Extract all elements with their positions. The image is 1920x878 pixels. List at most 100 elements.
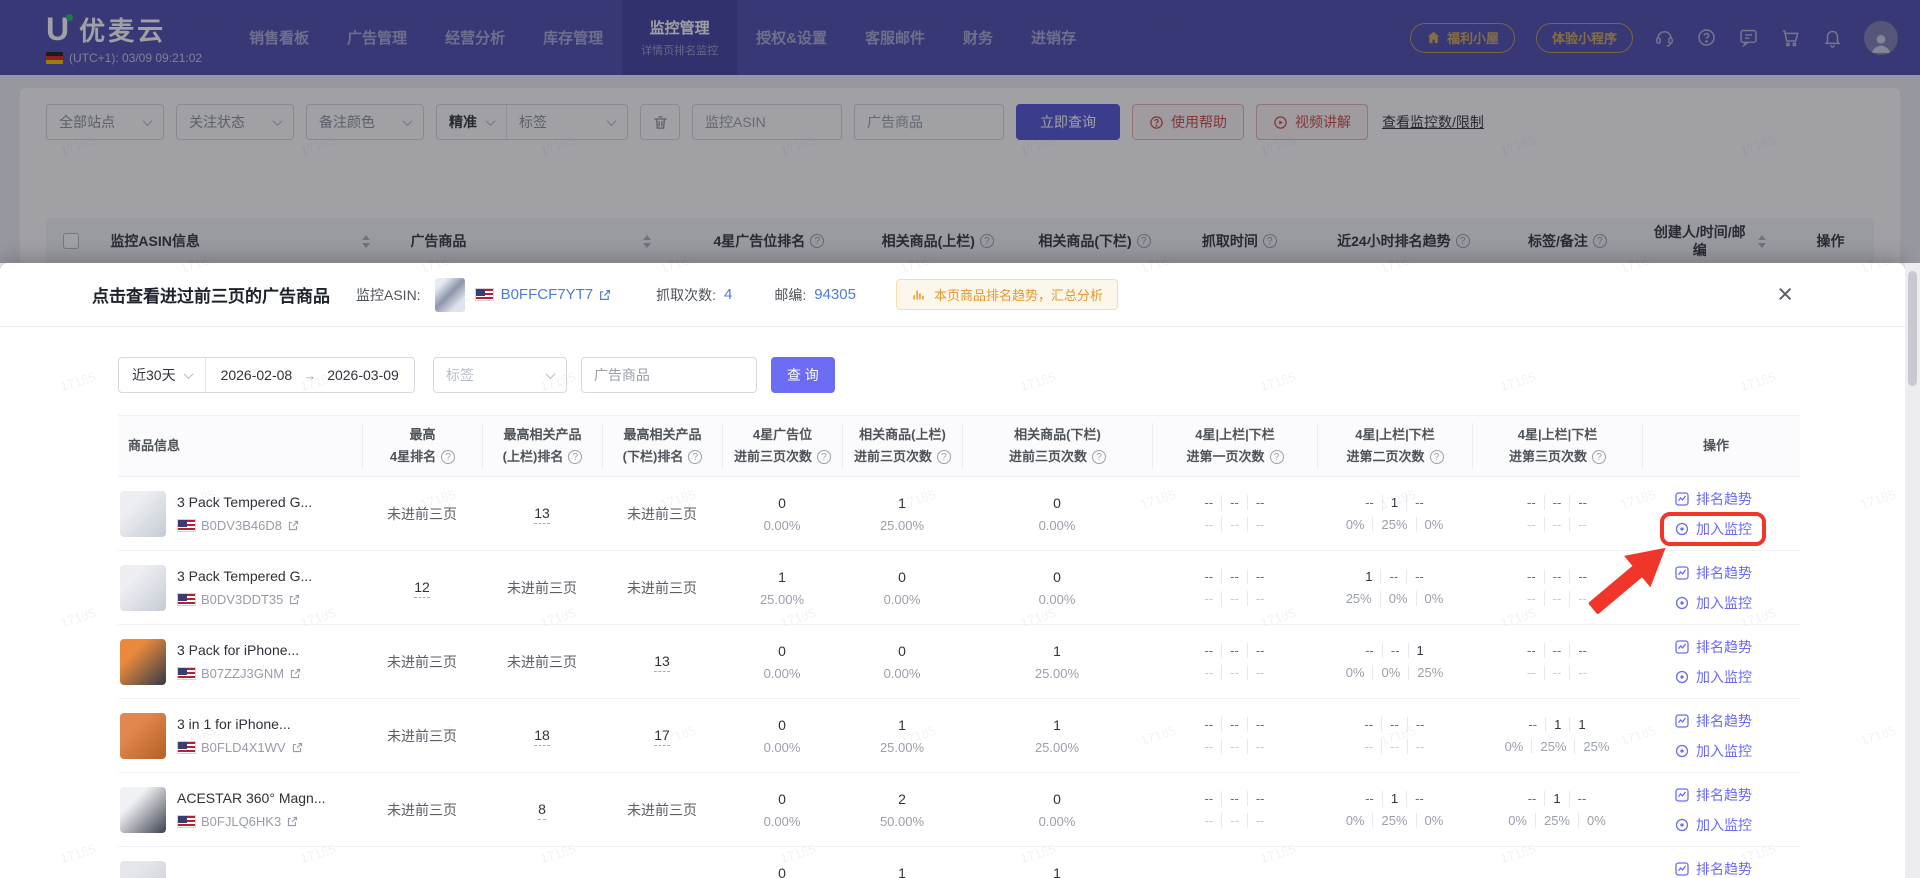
product-thumbnail [120, 712, 166, 759]
question-icon[interactable]: ? [1092, 450, 1106, 465]
rank-triple-percents: 0% 25% 0% [1317, 813, 1472, 828]
rank-triple-percents: 25% 0% 0% [1317, 591, 1472, 606]
us-flag-icon [177, 815, 196, 828]
product-asin-link[interactable]: B0DV3B46D8 [177, 518, 312, 533]
column-header: 4星广告位 进前三页次数? [722, 423, 842, 469]
trend-link[interactable]: 排名趋势 [1674, 785, 1752, 805]
hit-count-cell: 0 0.00% [962, 791, 1152, 829]
product-thumbnail [120, 786, 166, 833]
scrollbar-thumb[interactable] [1908, 271, 1917, 386]
hit-count-value: 1 [898, 716, 906, 733]
product-asin-link[interactable]: B0FLD4X1WV [177, 740, 304, 755]
trend-link[interactable]: 排名趋势 [1674, 859, 1752, 878]
add-monitor-link[interactable]: 加入监控 [1674, 667, 1752, 687]
best-rank-cell: 未进前三页 [387, 801, 457, 818]
best-rank-cell: 未进前三页 [507, 579, 577, 596]
add-monitor-link[interactable]: 加入监控 [1674, 519, 1752, 539]
rank-triple-values: -- -- -- [1472, 569, 1642, 584]
hit-count-value: 2 [898, 790, 906, 807]
chevron-down-icon [545, 368, 556, 379]
modal-close-button[interactable]: × [1777, 281, 1793, 308]
hit-count-percent: 0.00% [883, 665, 921, 681]
hit-count-cell: 0 0.00% [722, 643, 842, 681]
date-preset-select[interactable]: 近30天 [119, 365, 205, 385]
rank-triple-values: -- 1 -- [1317, 495, 1472, 510]
column-header-line1: 4星|上栏|下栏 [1355, 426, 1435, 442]
table-row: 3 Pack Tempered G... B0DV3DDT35 12 未进前三页 未进前… [118, 551, 1800, 625]
product-asin-link[interactable]: B0FJLQ6HK3 [177, 814, 326, 829]
us-flag-icon [177, 741, 196, 754]
best-rank-cell: 未进前三页 [627, 505, 697, 522]
hit-count-cell: 1 25.00% [962, 717, 1152, 755]
rank-triple-values: -- -- -- [1472, 643, 1642, 658]
target-icon [1674, 521, 1690, 537]
question-icon[interactable]: ? [688, 450, 703, 465]
hit-count-cell: 2 50.00% [842, 791, 962, 829]
hit-count-cell: 1 25.00% [842, 495, 962, 533]
product-cell: ACESTAR 360° Magn... B0FJLQ6HK3 [118, 786, 362, 833]
hit-count-value: 0 [1053, 568, 1061, 585]
page-scrollbar [1905, 263, 1920, 878]
trend-link[interactable]: 排名趋势 [1674, 563, 1752, 583]
question-icon[interactable]: ? [568, 450, 583, 465]
modal-filter-toolbar: 近30天 2026-02-08 → 2026-03-09 标签 查 询 [0, 327, 1905, 393]
hit-count-percent: 25.00% [879, 517, 925, 533]
product-thumbnail [120, 564, 166, 611]
chevron-down-icon [183, 368, 194, 379]
hit-count-value: 0 [778, 716, 786, 733]
trend-link[interactable]: 排名趋势 [1674, 489, 1752, 509]
rank-triple-percents: -- -- -- [1152, 591, 1317, 606]
hit-count-percent: 0.00% [1038, 591, 1076, 607]
add-monitor-link[interactable]: 加入监控 [1674, 815, 1752, 835]
trend-link[interactable]: 排名趋势 [1674, 637, 1752, 657]
rank-triple-values: -- -- -- [1152, 791, 1317, 806]
column-header: 4星|上栏|下栏 进第二页次数? [1317, 423, 1472, 469]
page-trend-summary-button[interactable]: 本页商品排名趋势，汇总分析 [895, 279, 1118, 310]
column-header-line1: 相关商品(上栏) [859, 426, 946, 442]
table-row: 0 1 1 排名趋势加入监控 [118, 847, 1800, 878]
column-header-line2: 进第三页次数? [1509, 446, 1606, 468]
rank-triple-values: -- -- -- [1152, 569, 1317, 584]
hit-count-value: 0 [898, 568, 906, 585]
question-icon[interactable]: ? [441, 450, 456, 465]
page-rank-cell: -- -- -- -- -- -- [1152, 569, 1317, 606]
trend-link[interactable]: 排名趋势 [1674, 711, 1752, 731]
question-icon[interactable]: ? [1429, 450, 1444, 465]
hit-count-cell: 1 [962, 865, 1152, 878]
hit-count-percent: 0.00% [763, 517, 801, 533]
column-header-line2: 进前三页次数? [854, 446, 951, 468]
product-cell: 3 Pack Tempered G... B0DV3B46D8 [118, 490, 362, 537]
add-monitor-link[interactable]: 加入监控 [1674, 741, 1752, 761]
modal-query-button[interactable]: 查 询 [770, 357, 835, 393]
hit-count-percent: 25.00% [759, 591, 805, 607]
rank-triple-values: -- 1 -- [1472, 791, 1642, 806]
modal-tag-select[interactable]: 标签 [432, 357, 567, 393]
question-icon[interactable]: ? [1592, 450, 1606, 465]
rank-triple-values: -- 1 -- [1317, 791, 1472, 806]
date-to-value[interactable]: 2026-03-09 [327, 367, 399, 383]
table-row: 3 in 1 for iPhone... B0FLD4X1WV 未进前三页 18 17 0… [118, 699, 1800, 773]
hit-count-percent: 0.00% [763, 739, 801, 755]
product-asin-link[interactable]: B07ZZJ3GNM [177, 666, 302, 681]
page-rank-cell: -- -- -- -- -- -- [1152, 717, 1317, 754]
modal-ad-product-input[interactable] [580, 357, 757, 393]
rank-triple-percents: 0% 25% 25% [1472, 739, 1642, 754]
rank-triple-values: -- 1 1 [1472, 717, 1642, 732]
question-icon[interactable]: ? [817, 450, 831, 465]
zip-label: 邮编: [774, 286, 807, 303]
best-rank-cell: 未进前三页 [387, 653, 457, 670]
best-rank-cell: 未进前三页 [627, 801, 697, 818]
hit-count-cell: 0 0.00% [722, 495, 842, 533]
product-asin-link[interactable]: B0DV3DDT35 [177, 592, 312, 607]
add-monitor-link[interactable]: 加入监控 [1674, 593, 1752, 613]
hit-count-cell: 1 [842, 865, 962, 878]
question-icon[interactable]: ? [1269, 450, 1284, 465]
hit-count-percent: 25.00% [1034, 739, 1080, 755]
hit-count-percent: 0.00% [763, 813, 801, 829]
question-icon[interactable]: ? [937, 450, 951, 465]
page-rank-cell: -- 1 -- 0% 25% 0% [1317, 495, 1472, 532]
date-from-value[interactable]: 2026-02-08 [221, 367, 293, 383]
date-range-picker[interactable]: 2026-02-08 → 2026-03-09 [206, 367, 414, 383]
hit-count-value: 1 [1053, 642, 1061, 659]
monitored-asin-link[interactable]: B0FFCF7YT7 [501, 286, 613, 303]
